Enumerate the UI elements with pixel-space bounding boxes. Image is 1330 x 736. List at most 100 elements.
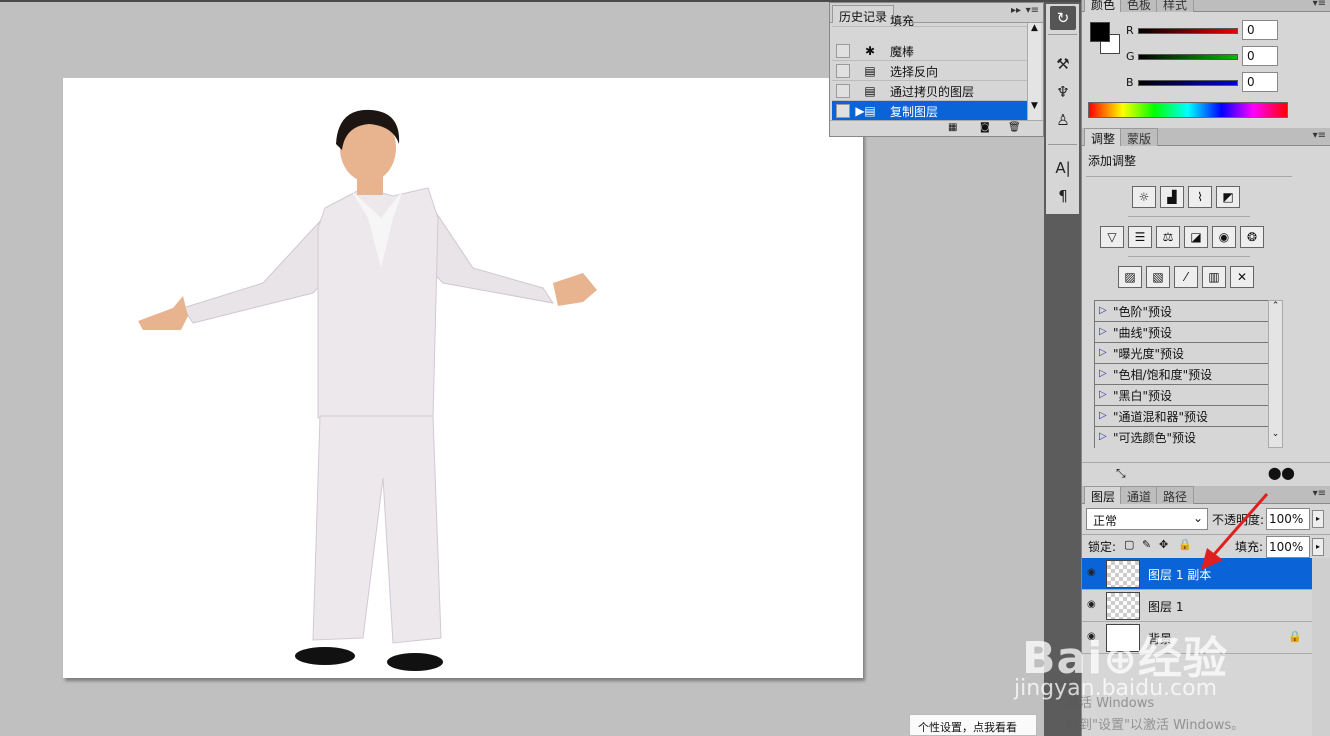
brush-settings-icon[interactable]: ⚒ <box>1050 52 1076 76</box>
g-value-field[interactable]: 0 <box>1242 46 1278 66</box>
snapshot-checkbox[interactable] <box>836 84 850 98</box>
expand-view-icon[interactable]: ⤡ <box>1116 466 1126 481</box>
selective-color-icon[interactable]: ✕ <box>1230 266 1254 288</box>
paragraph-icon[interactable]: ¶ <box>1050 184 1076 208</box>
history-state-icon: ▤ <box>864 84 876 98</box>
lock-position-icon[interactable]: ✥ <box>1159 538 1168 551</box>
posterize-icon[interactable]: ▧ <box>1146 266 1170 288</box>
preset-item[interactable]: ▷ "黑白"预设 <box>1095 385 1269 406</box>
snapshot-checkbox[interactable] <box>836 104 850 118</box>
adjustments-panel: 调整 蒙版 ▾≡ 添加调整 ☼ ▟ ⌇ ◩ ▽ ☰ ⚖ ◪ ◉ ❂ ▨ ▧ ⁄ … <box>1081 128 1330 486</box>
expand-triangle-icon[interactable]: ▷ <box>1099 326 1107 337</box>
color-balance-icon[interactable]: ⚖ <box>1156 226 1180 248</box>
history-state-icon: ▤ <box>864 104 876 118</box>
opacity-arrow-icon[interactable]: ▸ <box>1312 510 1324 528</box>
history-panel-icon[interactable]: ↻ <box>1050 6 1076 30</box>
history-item[interactable]: ✱ 魔棒 <box>832 41 1028 61</box>
history-scrollbar[interactable]: ▲ ▼ <box>1027 23 1041 121</box>
tab-adjustments[interactable]: 调整 <box>1084 128 1123 146</box>
lock-transparent-icon[interactable]: ▢ <box>1124 538 1134 551</box>
tab-layers[interactable]: 图层 <box>1084 486 1123 504</box>
layer-thumbnail <box>1106 592 1140 620</box>
hue-saturation-icon[interactable]: ☰ <box>1128 226 1152 248</box>
panel-menu-icon[interactable]: ▾≡ <box>1313 488 1326 499</box>
expand-triangle-icon[interactable]: ▷ <box>1099 431 1107 442</box>
preset-scrollbar[interactable]: ⌃ ⌄ <box>1268 300 1283 448</box>
panel-menu-icon[interactable]: ▾≡ <box>1313 130 1326 141</box>
tooltip[interactable]: 个性设置，点我看看 <box>909 714 1037 736</box>
threshold-icon[interactable]: ⁄ <box>1174 266 1198 288</box>
invert-icon[interactable]: ▨ <box>1118 266 1142 288</box>
panel-title: 添加调整 <box>1088 154 1137 168</box>
character-icon[interactable]: A| <box>1050 156 1076 180</box>
lock-icon: 🔒 <box>1288 630 1302 643</box>
new-document-icon[interactable]: ▦ <box>948 122 957 133</box>
layer-row[interactable]: ◉ 图层 1 <box>1082 590 1312 622</box>
channel-mixer-icon[interactable]: ❂ <box>1240 226 1264 248</box>
scroll-down-icon[interactable]: ⌄ <box>1269 429 1282 439</box>
gradient-map-icon[interactable]: ▥ <box>1202 266 1226 288</box>
snapshot-checkbox[interactable] <box>836 44 850 58</box>
expand-triangle-icon[interactable]: ▷ <box>1099 347 1107 358</box>
r-value-field[interactable]: 0 <box>1242 20 1278 40</box>
scroll-up-icon[interactable]: ▲ <box>1028 23 1041 33</box>
history-footer: ▦ ◙ 🗑 <box>830 120 1043 136</box>
photo-filter-icon[interactable]: ◉ <box>1212 226 1236 248</box>
preset-item[interactable]: ▷ "可选颜色"预设 <box>1095 427 1269 448</box>
stamp-icon[interactable]: ♙ <box>1050 108 1076 132</box>
vibrance-icon[interactable]: ▽ <box>1100 226 1124 248</box>
lock-all-icon[interactable]: 🔒 <box>1178 538 1192 551</box>
preset-item[interactable]: ▷ "通道混和器"预设 <box>1095 406 1269 427</box>
eye-icon[interactable]: ◉ <box>1087 567 1101 579</box>
expand-triangle-icon[interactable]: ▷ <box>1099 305 1107 316</box>
channel-b-label: B <box>1126 76 1134 89</box>
history-item[interactable]: ▤ 选择反向 <box>832 61 1028 81</box>
foreground-color-swatch[interactable] <box>1090 22 1110 42</box>
layer-thumbnail <box>1106 560 1140 588</box>
history-item-selected[interactable]: ▶ ▤ 复制图层 <box>832 101 1028 121</box>
expand-triangle-icon[interactable]: ▷ <box>1099 368 1107 379</box>
clone-source-icon[interactable]: ♆ <box>1050 80 1076 104</box>
panel-menu-icon[interactable]: ▾≡ <box>1313 0 1326 9</box>
camera-icon[interactable]: ◙ <box>980 122 990 133</box>
fill-arrow-icon[interactable]: ▸ <box>1312 538 1324 556</box>
document-canvas[interactable] <box>63 78 863 678</box>
preset-item[interactable]: ▷ "曝光度"预设 <box>1095 343 1269 364</box>
r-slider[interactable] <box>1138 28 1238 34</box>
channel-r-label: R <box>1126 24 1134 37</box>
channel-g-label: G <box>1126 50 1135 63</box>
tab-channels[interactable]: 通道 <box>1120 486 1159 504</box>
tab-swatches[interactable]: 色板 <box>1120 0 1159 12</box>
tab-paths[interactable]: 路径 <box>1156 486 1195 504</box>
lock-paint-icon[interactable]: ✎ <box>1142 538 1151 551</box>
brightness-icon[interactable]: ☼ <box>1132 186 1156 208</box>
snapshot-checkbox[interactable] <box>836 64 850 78</box>
trash-icon[interactable]: 🗑 <box>1008 122 1021 133</box>
clip-layers-icon[interactable]: ⬤⬤ <box>1268 466 1295 480</box>
tab-styles[interactable]: 样式 <box>1156 0 1195 12</box>
curves-icon[interactable]: ⌇ <box>1188 186 1212 208</box>
scroll-down-icon[interactable]: ▼ <box>1028 101 1041 111</box>
b-value-field[interactable]: 0 <box>1242 72 1278 92</box>
blend-mode-select[interactable]: 正常 ⌄ <box>1086 508 1208 530</box>
tab-color[interactable]: 颜色 <box>1084 0 1123 12</box>
layers-scrollbar[interactable] <box>1312 558 1330 736</box>
activate-windows-title: 激活 Windows <box>1066 696 1155 711</box>
black-white-icon[interactable]: ◪ <box>1184 226 1208 248</box>
expand-triangle-icon[interactable]: ▷ <box>1099 410 1107 421</box>
history-item[interactable]: ▤ 通过拷贝的图层 <box>832 81 1028 101</box>
preset-item[interactable]: ▷ "曲线"预设 <box>1095 322 1269 343</box>
preset-item[interactable]: ▷ "色相/饱和度"预设 <box>1095 364 1269 385</box>
preset-item[interactable]: ▷ "色阶"预设 <box>1095 301 1269 322</box>
expand-triangle-icon[interactable]: ▷ <box>1099 389 1107 400</box>
tab-masks[interactable]: 蒙版 <box>1120 128 1159 146</box>
history-item-partial[interactable]: 填充 <box>832 15 1028 27</box>
b-slider[interactable] <box>1138 80 1238 86</box>
color-spectrum[interactable] <box>1088 102 1288 118</box>
levels-icon[interactable]: ▟ <box>1160 186 1184 208</box>
g-slider[interactable] <box>1138 54 1238 60</box>
exposure-icon[interactable]: ◩ <box>1216 186 1240 208</box>
history-panel: 历史记录 ▸▸ ▾≡ 填充 ✱ 魔棒 ▤ 选择反向 ▤ 通过拷贝的图层 ▶ ▤ … <box>829 2 1044 137</box>
eye-icon[interactable]: ◉ <box>1087 599 1101 611</box>
scroll-up-icon[interactable]: ⌃ <box>1269 301 1282 311</box>
